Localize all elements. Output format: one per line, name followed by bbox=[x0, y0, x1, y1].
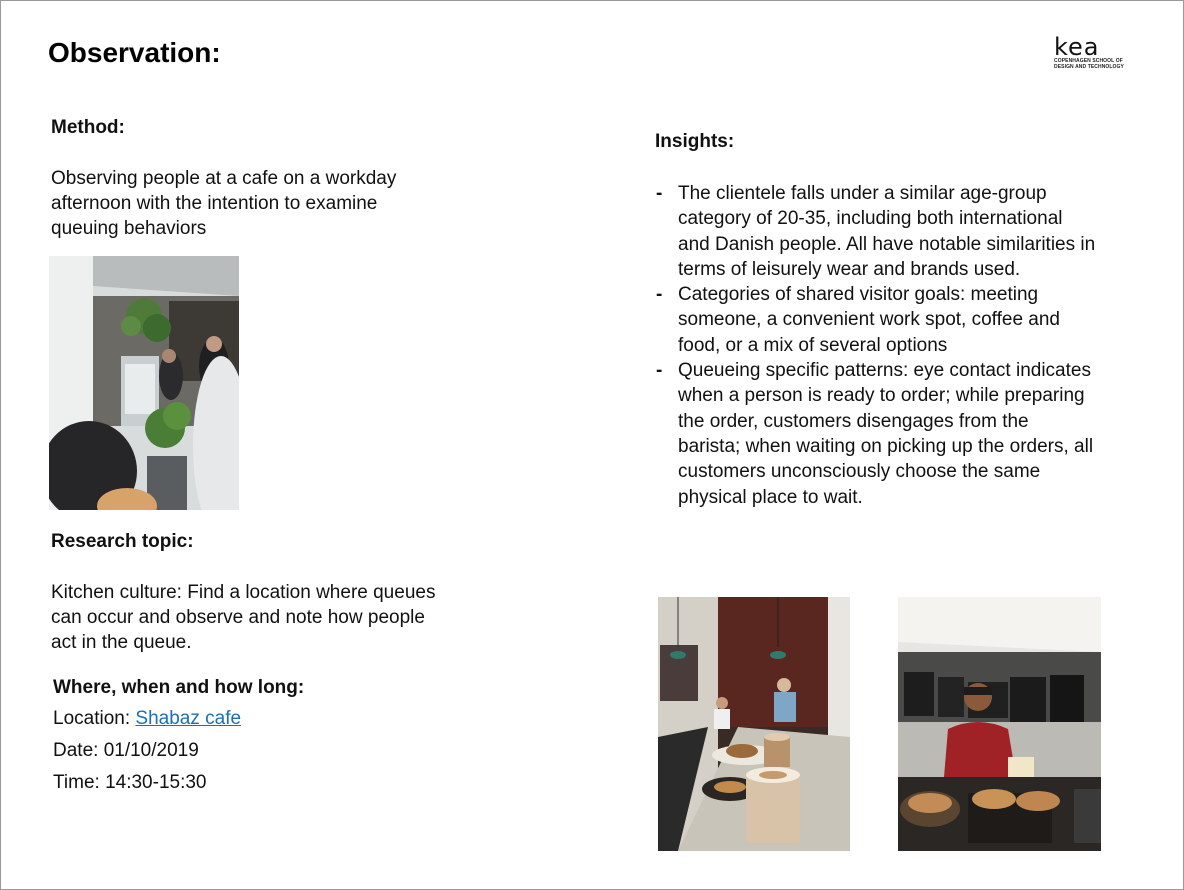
insight-item: - Categories of shared visitor goals: mee… bbox=[656, 284, 1061, 356]
date-line: Date: 01/10/2019 bbox=[53, 740, 199, 761]
logo-wordmark: kea bbox=[1054, 33, 1100, 61]
coffee-table-photo bbox=[658, 597, 850, 851]
time-line: Time: 14:30-15:30 bbox=[53, 772, 207, 793]
where-when-heading: Where, when and how long: bbox=[53, 677, 305, 698]
logo-subtitle: COPENHAGEN SCHOOL OF DESIGN AND TECHNOLO… bbox=[1054, 58, 1124, 70]
research-topic-heading: Research topic: bbox=[51, 531, 194, 552]
research-topic-text: Kitchen culture: Find a location where q… bbox=[51, 582, 436, 653]
insights-heading: Insights: bbox=[655, 131, 735, 152]
insight-item: - Queueing specific patterns: eye contact… bbox=[656, 360, 1094, 508]
insights-list: - The clientele falls under a similar age… bbox=[656, 181, 1096, 510]
page-title: Observation: bbox=[48, 37, 221, 68]
method-heading: Method: bbox=[51, 117, 125, 138]
kea-logo: kea COPENHAGEN SCHOOL OF DESIGN AND TECH… bbox=[1054, 33, 1124, 70]
insight-item: - The clientele falls under a similar age… bbox=[656, 183, 1096, 280]
location-line: Location: Shabaz cafe bbox=[53, 708, 241, 730]
location-link[interactable]: Shabaz cafe bbox=[135, 708, 241, 729]
cafe-queue-photo bbox=[49, 256, 239, 510]
location-label: Location: bbox=[53, 708, 136, 729]
method-text: Observing people at a cafe on a workday … bbox=[51, 168, 397, 239]
barista-photo bbox=[898, 597, 1101, 851]
